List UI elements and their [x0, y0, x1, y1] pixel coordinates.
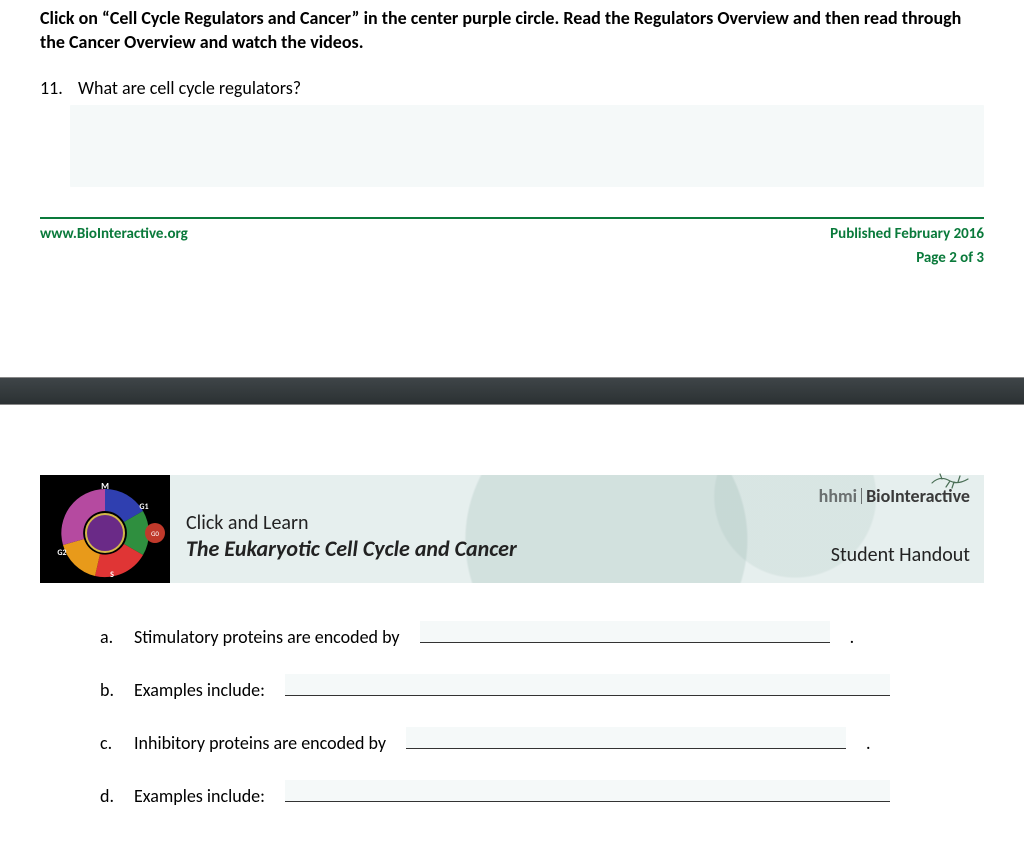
blank-c[interactable]	[406, 727, 846, 749]
footer-row: www.BioInteractive.org Published Februar…	[40, 225, 984, 243]
answer-field-q11[interactable]	[70, 105, 984, 187]
sub-question-list: a. Stimulatory proteins are encoded by .…	[40, 583, 984, 807]
sub-item-d: d. Examples include:	[100, 780, 954, 807]
sub-text-a: Stimulatory proteins are encoded by	[134, 626, 400, 648]
footer-divider	[40, 217, 984, 219]
page-number: Page 2 of 3	[40, 249, 984, 267]
sub-item-b: b. Examples include:	[100, 674, 954, 701]
footer-published: Published February 2016	[830, 225, 984, 243]
header-text-block: Click and Learn The Eukaryotic Cell Cycl…	[170, 475, 984, 583]
footer-url: www.BioInteractive.org	[40, 225, 188, 243]
question-number: 11.	[40, 77, 70, 99]
phase-g0-label: G0	[151, 529, 159, 538]
sub-item-c: c. Inhibitory proteins are encoded by .	[100, 727, 954, 754]
blank-b[interactable]	[285, 674, 890, 696]
sub-text-d: Examples include:	[134, 785, 265, 807]
phase-m-label: M	[101, 481, 109, 492]
period-c: .	[866, 732, 871, 754]
letter-d: d.	[100, 785, 120, 807]
header-right: hhmiBioInteractive Student Handout	[819, 485, 970, 567]
sub-item-a: a. Stimulatory proteins are encoded by .	[100, 621, 954, 648]
letter-c: c.	[100, 732, 120, 754]
hhmi-biointeractive-logo: hhmiBioInteractive	[819, 485, 970, 507]
sub-text-c: Inhibitory proteins are encoded by	[134, 732, 386, 754]
question-text: What are cell cycle regulators?	[78, 77, 301, 99]
page-upper: Click on “Cell Cycle Regulators and Canc…	[0, 0, 1024, 307]
student-handout-label: Student Handout	[819, 543, 970, 567]
page-break-bar	[0, 377, 1024, 405]
cell-cycle-diagram-icon: M G1 G0 G2 S	[40, 475, 170, 583]
letter-a: a.	[100, 626, 120, 648]
letter-b: b.	[100, 679, 120, 701]
blank-d[interactable]	[285, 780, 890, 802]
handout-header: M G1 G0 G2 S Click and Learn The Eukaryo…	[40, 475, 984, 583]
page-lower: M G1 G0 G2 S Click and Learn The Eukaryo…	[0, 405, 1024, 843]
phase-g2-label: G2	[57, 548, 66, 558]
instruction-text: Click on “Cell Cycle Regulators and Canc…	[40, 6, 984, 55]
period-a: .	[850, 626, 855, 648]
question-11: 11. What are cell cycle regulators?	[40, 77, 984, 99]
blank-a[interactable]	[420, 621, 830, 643]
sub-text-b: Examples include:	[134, 679, 265, 701]
phase-s-label: S	[110, 570, 114, 580]
phase-g1-label: G1	[139, 502, 148, 512]
